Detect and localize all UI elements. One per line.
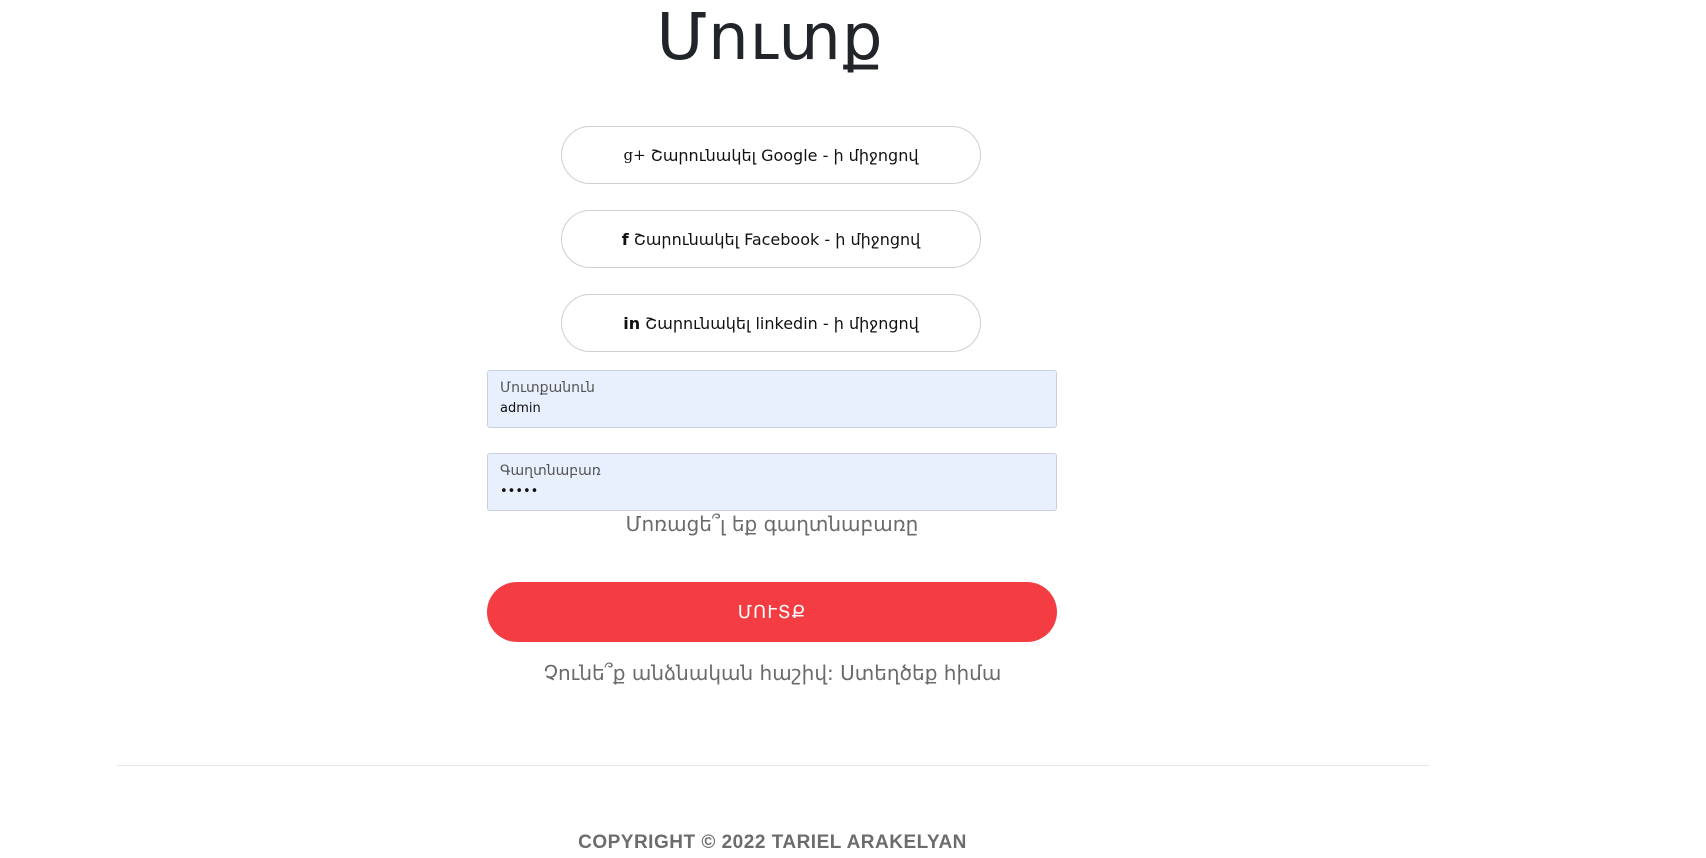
forgot-password-link[interactable]: Մոռացե՞լ եք գաղտնաբառը [487,512,1057,536]
login-page: Մուտք g+ Շարունակել Google - ի միջոցով f… [0,0,1706,858]
page-title: Մուտք [656,1,884,75]
signup-link[interactable]: Ստեղծեք հիմա [840,661,1001,685]
linkedin-login-button[interactable]: in Շարունակել linkedin - ի միջոցով [561,294,981,352]
facebook-login-button[interactable]: f Շարունակել Facebook - ի միջոցով [561,210,981,268]
facebook-icon: f [621,229,629,249]
linkedin-login-label: Շարունակել linkedin - ի միջոցով [645,313,919,333]
copyright-text: COPYRIGHT © 2022 TARIEL ARAKELYAN [578,832,967,853]
password-value[interactable]: ••••• [500,484,538,499]
facebook-login-label: Շարունակել Facebook - ի միջոցով [633,229,921,249]
linkedin-icon: in [623,313,641,333]
password-field[interactable]: Գաղտնաբառ ••••• [487,453,1057,511]
username-label: Մուտքանուն [500,380,595,396]
signup-prompt-text: Չունե՞ք անձնական հաշիվ: [543,661,834,685]
username-field[interactable]: Մուտքանուն admin [487,370,1057,428]
google-plus-icon: g+ [623,146,646,164]
signup-prompt: Չունե՞ք անձնական հաշիվ: Ստեղծեք հիմա [0,661,1545,685]
username-value[interactable]: admin [500,401,541,416]
password-label: Գաղտնաբառ [500,463,601,479]
google-login-button[interactable]: g+ Շարունակել Google - ի միջոցով [561,126,981,184]
google-login-label: Շարունակել Google - ի միջոցով [650,145,919,165]
login-submit-button[interactable]: ՄՈՒՏՔ [487,582,1057,642]
footer-divider [117,765,1429,766]
